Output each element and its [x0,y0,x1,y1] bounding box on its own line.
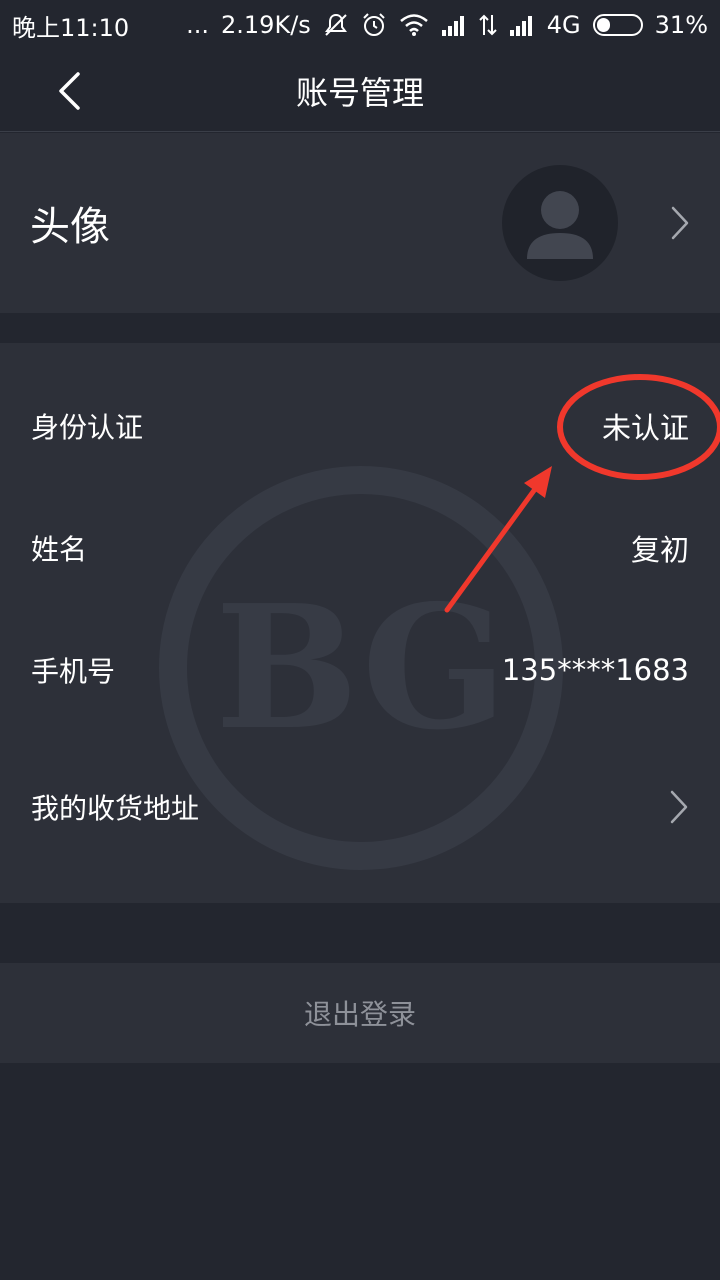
phone-row[interactable]: 手机号 135****1683 [0,609,720,731]
shipping-address-row[interactable]: 我的收货地址 [0,746,720,868]
more-dots-icon: ... [186,11,210,39]
back-button[interactable] [44,64,94,118]
account-info-list: BG 身份认证 未认证 姓名 复初 手机号 135****1683 我的收货地址 [0,343,720,903]
signal-icon-1 [441,16,464,36]
battery-icon [592,14,643,36]
battery-fill [596,18,610,32]
name-label: 姓名 [31,533,88,566]
status-icons: ... 2.19K/s 4G 31% [186,11,708,39]
alarm-icon [363,13,385,36]
chevron-left-icon [59,72,80,110]
nav-bar: 账号管理 [0,50,720,132]
logout-label: 退出登录 [303,998,416,1031]
network-type: 4G [546,11,581,39]
phone-label: 手机号 [31,655,116,688]
avatar-row[interactable]: 头像 [0,133,720,313]
name-value: 复初 [630,533,689,567]
mute-icon [324,13,347,36]
logout-button[interactable]: 退出登录 [0,963,720,1063]
page-title: 账号管理 [295,73,424,112]
name-row[interactable]: 姓名 复初 [0,487,720,609]
chevron-right-icon [670,790,688,824]
data-transfer-icon [479,14,497,36]
identity-verification-row[interactable]: 身份认证 未认证 [0,365,720,487]
net-speed: 2.19K/s [221,11,311,39]
signal-icon-2 [509,16,532,36]
shipping-address-label: 我的收货地址 [31,792,200,825]
battery-percent: 31% [654,11,708,39]
phone-value: 135****1683 [501,653,689,687]
status-bar: 晚上11:10 ... 2.19K/s 4G 31% [0,0,720,50]
avatar-label: 头像 [30,204,110,250]
chevron-right-icon [671,206,689,240]
wifi-icon [399,14,428,36]
avatar[interactable] [502,165,618,281]
user-placeholder-icon [527,191,593,259]
identity-verification-status: 未认证 [601,411,689,445]
status-time: 晚上11:10 [12,13,130,42]
identity-verification-label: 身份认证 [31,411,144,444]
